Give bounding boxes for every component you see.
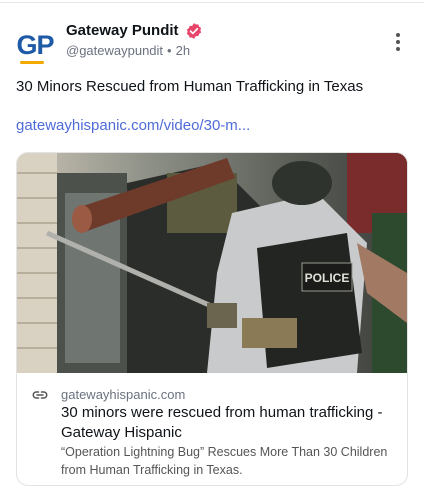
more-dot bbox=[396, 47, 400, 51]
meta-separator: • bbox=[167, 43, 172, 58]
author-name[interactable]: Gateway Pundit bbox=[66, 22, 179, 40]
avatar-logo-text: GP bbox=[16, 29, 54, 60]
verified-badge-icon bbox=[186, 23, 201, 39]
author-handle[interactable]: @gatewaypundit bbox=[66, 42, 163, 59]
more-dot bbox=[396, 40, 400, 44]
vest-text: POLICE bbox=[305, 271, 350, 285]
post-time[interactable]: 2h bbox=[176, 42, 190, 59]
avatar-logo: GP bbox=[16, 29, 55, 64]
card-body: gatewayhispanic.com 30 minors were rescu… bbox=[17, 375, 407, 485]
link-preview-card[interactable]: POLICE gatewayhispanic.com 30 minors wer… bbox=[16, 152, 408, 486]
meta-row: @gatewaypundit • 2h bbox=[66, 42, 203, 59]
card-description: “Operation Lightning Bug” Rescues More T… bbox=[61, 445, 388, 477]
card-domain: gatewayhispanic.com bbox=[61, 387, 186, 402]
card-title[interactable]: 30 minors were rescued from human traffi… bbox=[61, 403, 397, 443]
more-dot bbox=[396, 33, 400, 37]
preview-image[interactable]: POLICE bbox=[17, 153, 407, 373]
post-header: Gateway Pundit @gatewaypundit • 2h bbox=[66, 22, 203, 59]
avatar[interactable]: GP bbox=[14, 24, 56, 66]
post-link[interactable]: gatewayhispanic.com/video/30-m... bbox=[16, 116, 250, 136]
top-divider bbox=[0, 2, 424, 3]
more-options-icon[interactable] bbox=[388, 30, 408, 54]
link-icon bbox=[32, 391, 48, 399]
avatar-logo-accent bbox=[20, 60, 45, 64]
name-row: Gateway Pundit bbox=[66, 22, 203, 40]
post-text: 30 Minors Rescued from Human Trafficking… bbox=[16, 78, 364, 95]
